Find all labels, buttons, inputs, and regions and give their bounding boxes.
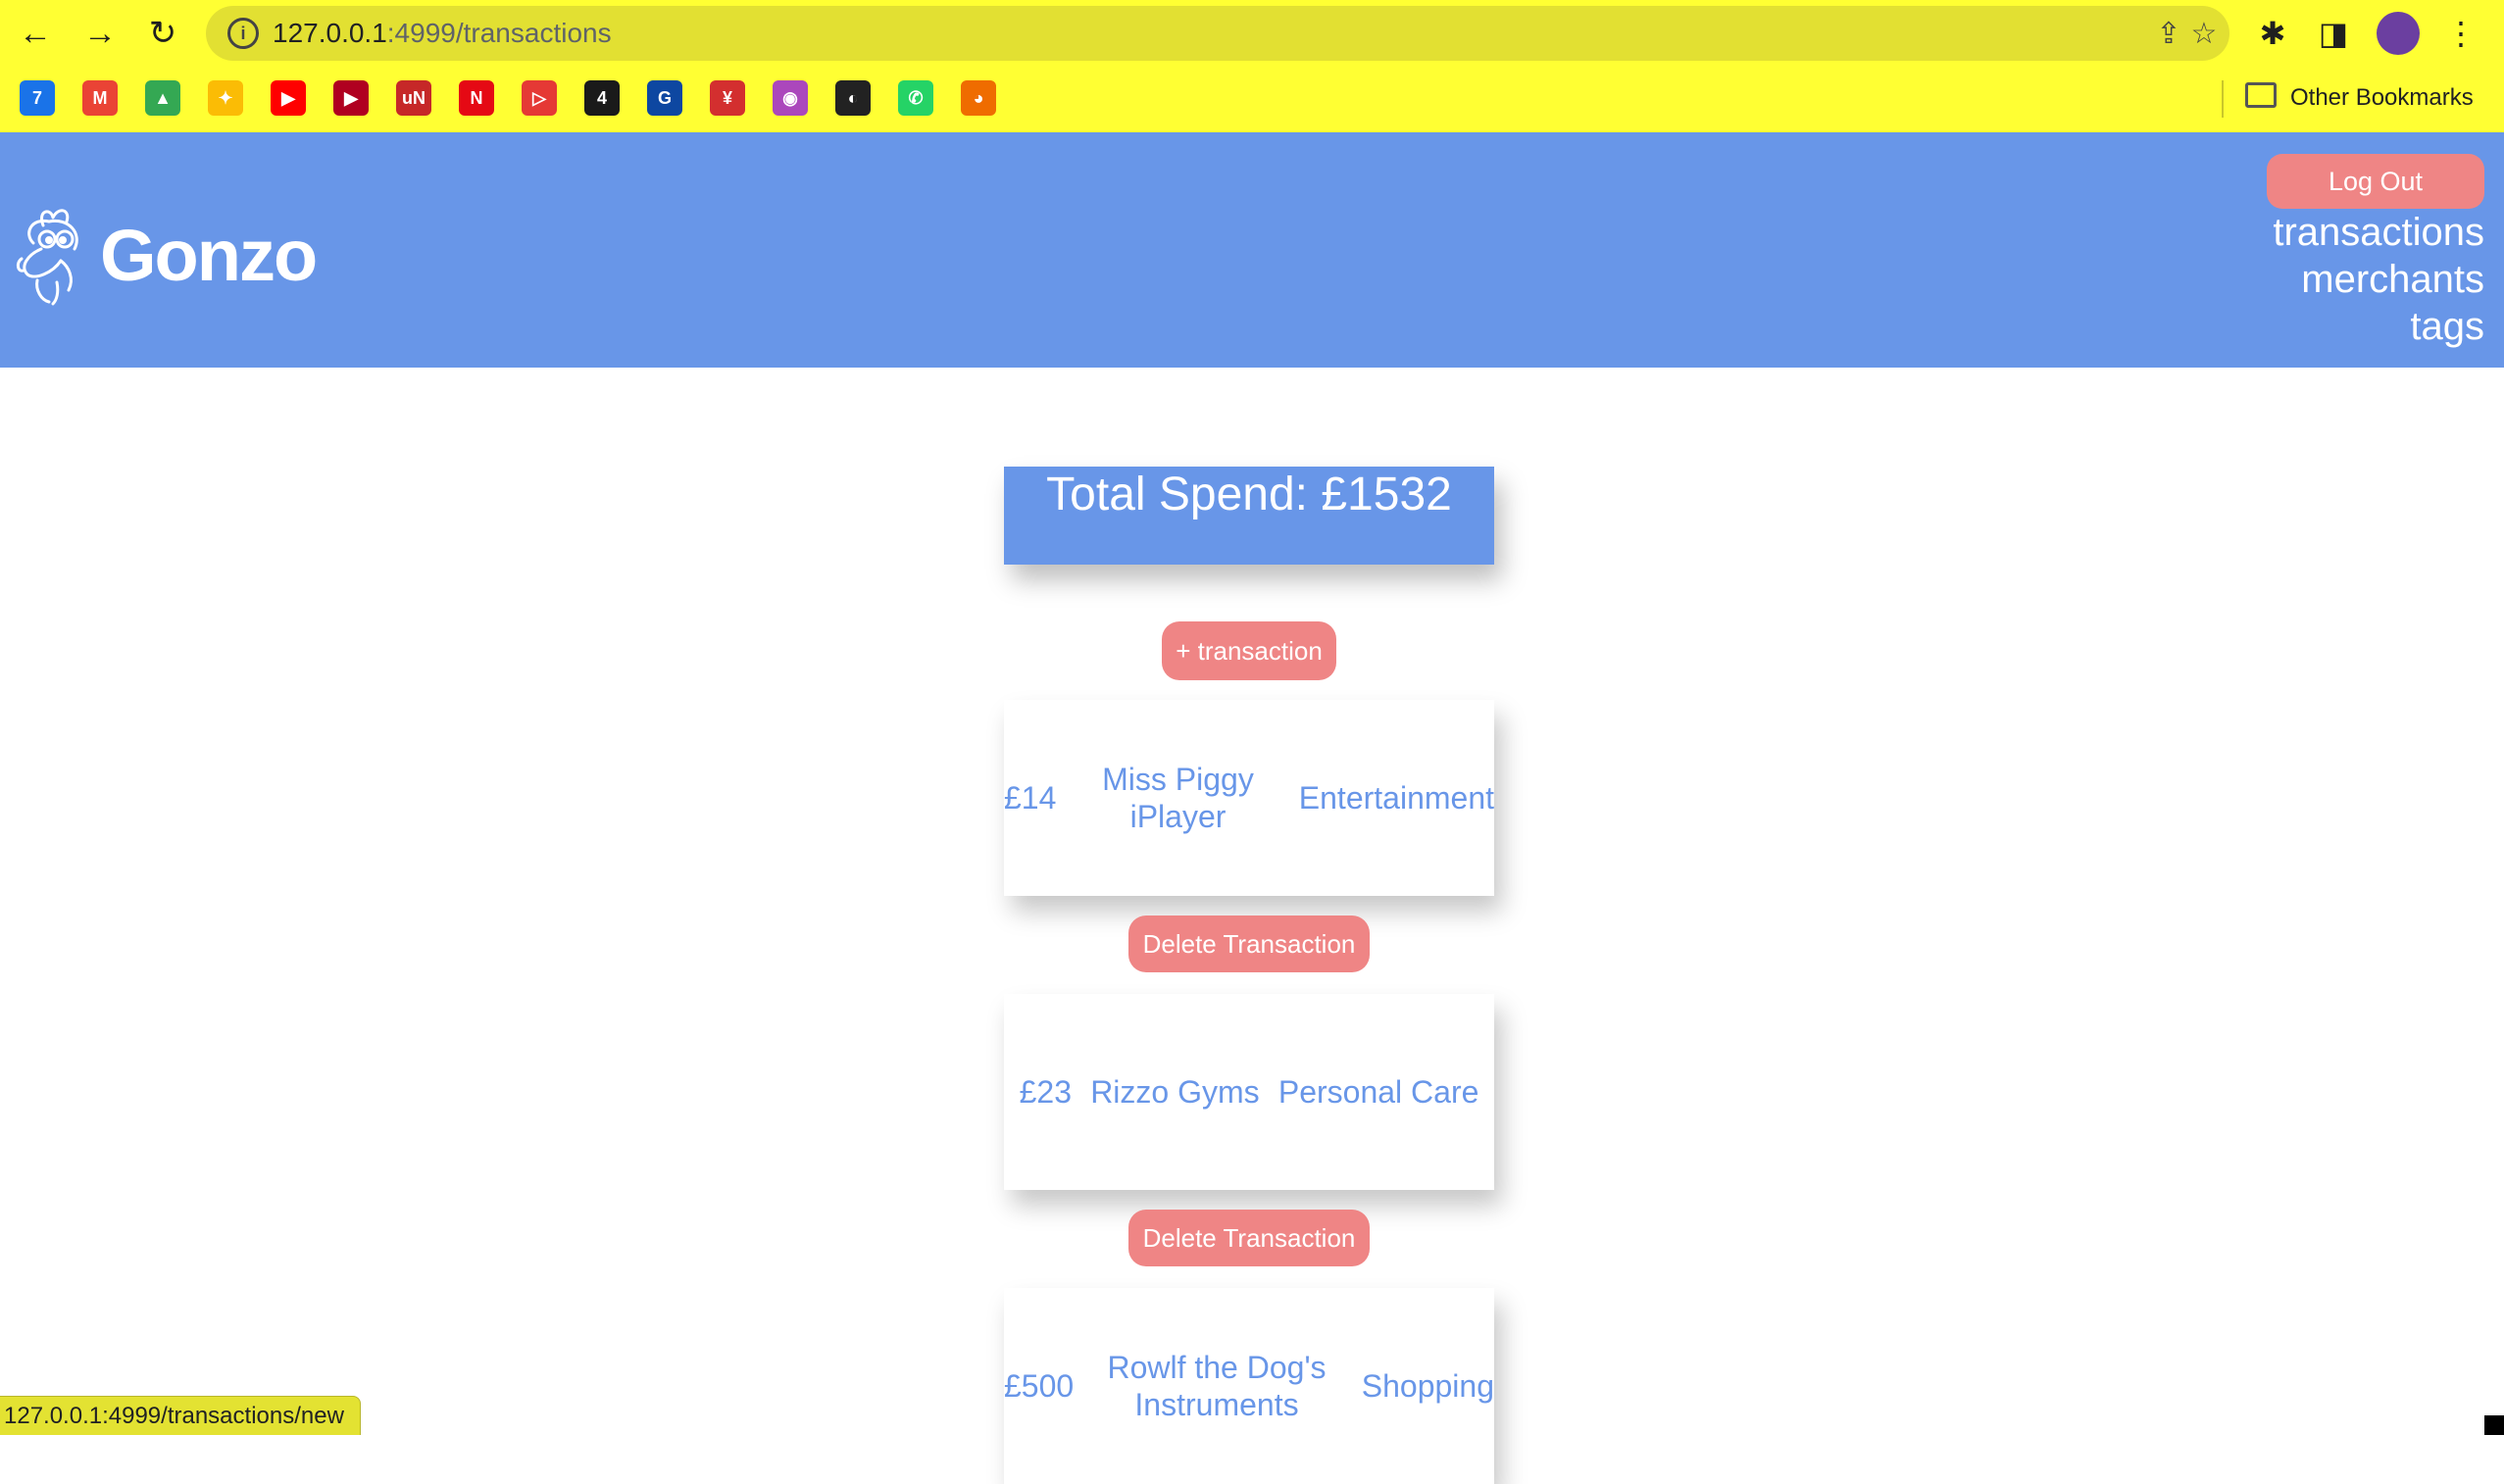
gonzo-mascot-icon — [16, 209, 78, 306]
whatsapp-icon[interactable]: ✆ — [898, 80, 933, 116]
transaction-merchant: Miss Piggy iPlayer — [1102, 762, 1254, 834]
globe-icon[interactable]: ◐ — [835, 80, 871, 116]
transaction-tag: Shopping — [1361, 1368, 1494, 1404]
drive-icon[interactable]: ▲ — [145, 80, 180, 116]
play-icon[interactable]: ▶ — [333, 80, 369, 116]
un-icon[interactable]: uN — [396, 80, 431, 116]
trello-like-icon[interactable]: 7 — [20, 80, 55, 116]
total-spend-label: Total Spend: £1532 — [1046, 469, 1452, 520]
extensions-icon[interactable]: ✱ — [2251, 12, 2294, 55]
transaction-card: £14 Miss Piggy iPlayer Entertainment — [1004, 700, 1494, 896]
share-icon[interactable]: ⇪ — [2151, 16, 2186, 51]
g-icon[interactable]: G — [647, 80, 682, 116]
menu-kebab-icon[interactable]: ⋮ — [2439, 12, 2482, 55]
total-spend-card: Total Spend: £1532 — [1004, 467, 1494, 565]
profile-avatar[interactable] — [2377, 12, 2420, 55]
red-icon[interactable]: ¥ — [710, 80, 745, 116]
brand-logo[interactable]: Gonzo — [14, 201, 318, 309]
add-transaction-button[interactable]: + transaction — [1162, 621, 1336, 680]
transaction-tag: Personal Care — [1277, 1074, 1479, 1110]
browser-toolbar: ← → ↻ i 127.0.0.1:4999/transactions ⇪ ☆ … — [0, 0, 2504, 67]
brand-name: Gonzo — [100, 214, 318, 296]
back-icon[interactable]: ← — [12, 10, 59, 57]
youtube-icon[interactable]: ▶ — [271, 80, 306, 116]
folder-icon[interactable] — [2245, 82, 2277, 108]
bookmarks-bar: 7 M ▲ ✦ ▶ ▶ uN N ▷ 4 G ¥ ◉ ◐ ✆ ◕ Other Bookmarks — [0, 67, 2504, 132]
netflix-icon[interactable]: N — [459, 80, 494, 116]
forward-icon[interactable]: → — [76, 10, 124, 57]
transaction-amount: £14 — [1004, 780, 1057, 816]
logout-button[interactable]: Log Out — [2267, 154, 2484, 209]
nav-merchants[interactable]: merchants — [2273, 256, 2484, 303]
other-bookmarks[interactable]: Other Bookmarks — [2290, 67, 2474, 129]
delete-transaction-button[interactable]: Delete Transaction — [1128, 1210, 1370, 1266]
scrollbar-corner — [2484, 1415, 2504, 1435]
address-bar[interactable]: i 127.0.0.1:4999/transactions ⇪ ☆ — [206, 6, 2229, 61]
photos-icon[interactable]: ✦ — [208, 80, 243, 116]
reload-icon[interactable]: ↻ — [139, 10, 186, 57]
transaction-merchant: Rowlf the Dog's Instruments — [1107, 1350, 1327, 1422]
duck-icon[interactable]: ◕ — [961, 80, 996, 116]
main-nav: transactions merchants tags — [2273, 209, 2484, 350]
transaction-card: £23 Rizzo Gyms Personal Care — [1004, 994, 1494, 1190]
bookmarks-separator — [2222, 80, 2224, 118]
transaction-amount: £23 — [1019, 1074, 1072, 1110]
transaction-merchant: Rizzo Gyms — [1090, 1074, 1260, 1110]
url-text[interactable]: 127.0.0.1:4999/transactions — [273, 6, 612, 61]
prime-icon[interactable]: ▷ — [522, 80, 557, 116]
delete-transaction-button[interactable]: Delete Transaction — [1128, 915, 1370, 972]
bookmark-star-icon[interactable]: ☆ — [2186, 16, 2222, 51]
nav-transactions[interactable]: transactions — [2273, 209, 2484, 256]
gmail-icon[interactable]: M — [82, 80, 118, 116]
browser-chrome: ← → ↻ i 127.0.0.1:4999/transactions ⇪ ☆ … — [0, 0, 2504, 132]
colorful-icon[interactable]: ◉ — [773, 80, 808, 116]
side-panel-icon[interactable]: ◨ — [2312, 12, 2355, 55]
app-header: Gonzo Log Out transactions merchants tag… — [0, 132, 2504, 368]
transaction-tag: Entertainment — [1298, 780, 1494, 816]
channel4-icon[interactable]: 4 — [584, 80, 620, 116]
transaction-card: £500 Rowlf the Dog's Instruments Shoppin… — [1004, 1288, 1494, 1484]
link-status-bar: 127.0.0.1:4999/transactions/new — [0, 1396, 361, 1435]
site-info-icon[interactable]: i — [227, 18, 259, 49]
transaction-amount: £500 — [1004, 1368, 1075, 1404]
nav-tags[interactable]: tags — [2273, 303, 2484, 350]
